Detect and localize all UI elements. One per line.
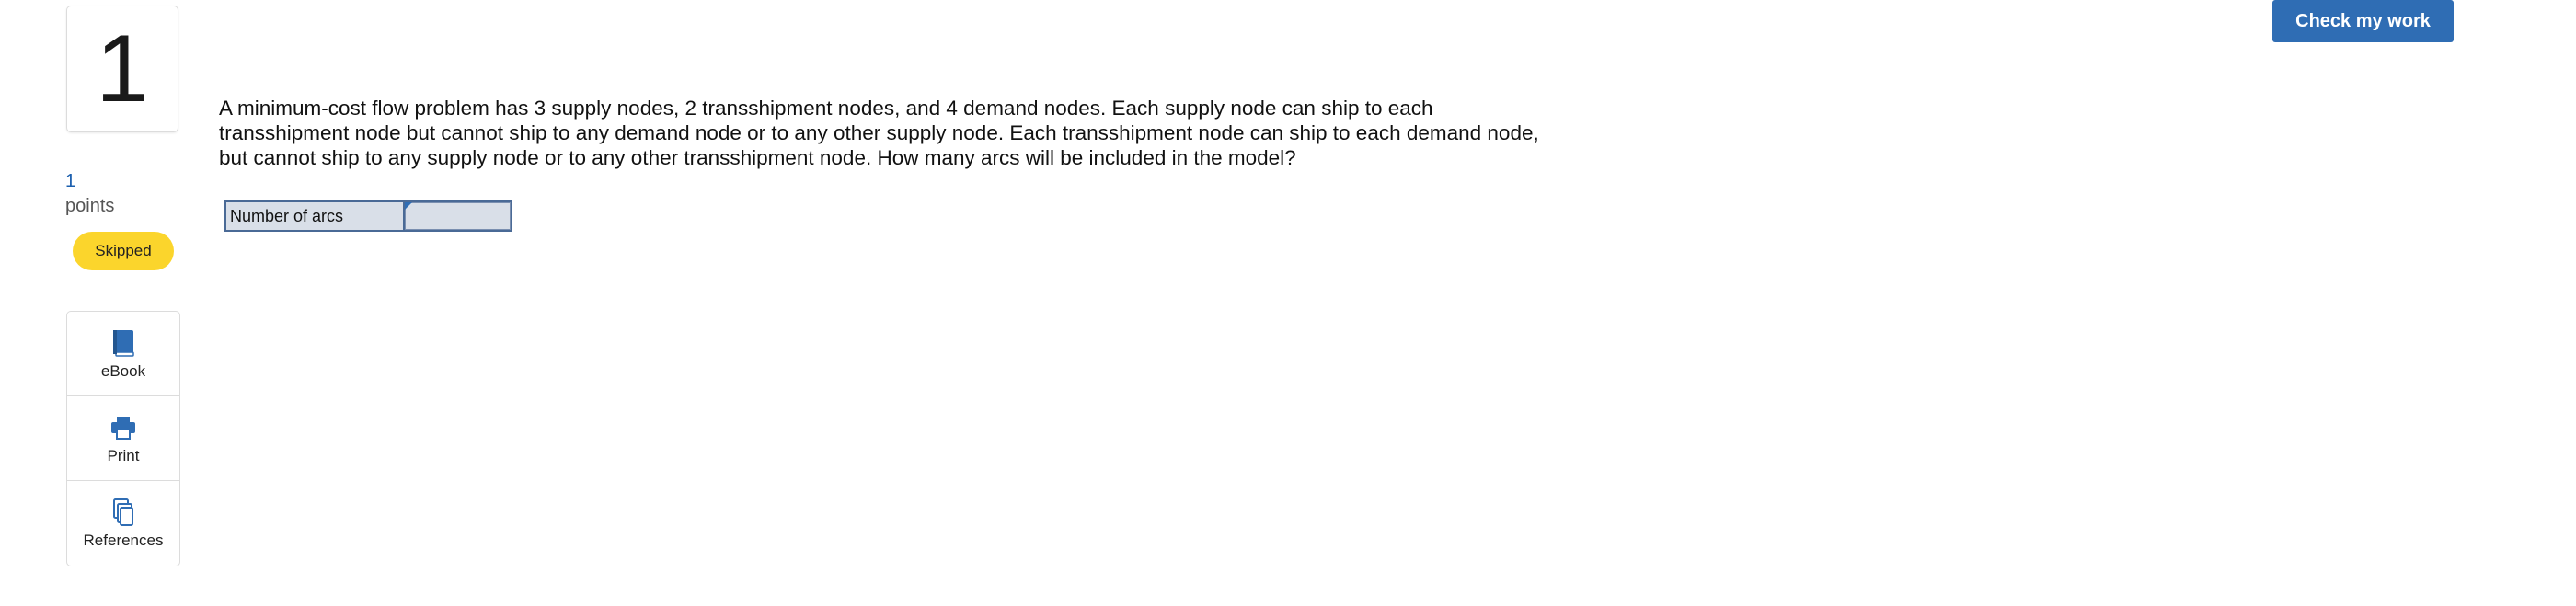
table-row: Number of arcs (224, 200, 512, 232)
print-button[interactable]: Print (67, 396, 179, 481)
question-number: 1 (66, 6, 178, 132)
question-page: 1 1 points Skipped eBook Print Reference… (0, 0, 2576, 606)
documents-icon (113, 498, 133, 526)
question-text: A minimum-cost flow problem has 3 supply… (219, 97, 1539, 169)
check-my-work-button[interactable]: Check my work (2272, 0, 2454, 42)
status-badge: Skipped (73, 232, 174, 270)
points-value: 1 (65, 171, 76, 191)
print-label: Print (107, 446, 140, 464)
references-label: References (83, 532, 164, 549)
flag-icon (405, 202, 412, 210)
book-icon (113, 329, 134, 357)
references-button[interactable]: References (67, 481, 179, 566)
number-of-arcs-input[interactable] (405, 202, 511, 230)
ebook-button[interactable]: eBook (67, 312, 179, 396)
ebook-label: eBook (100, 361, 146, 380)
answer-cell (403, 200, 512, 232)
tools-panel: eBook Print References (66, 311, 180, 566)
answer-table: Number of arcs (224, 200, 512, 232)
points-label: points (65, 196, 115, 216)
printer-icon (111, 416, 135, 440)
answer-label: Number of arcs (224, 200, 405, 232)
